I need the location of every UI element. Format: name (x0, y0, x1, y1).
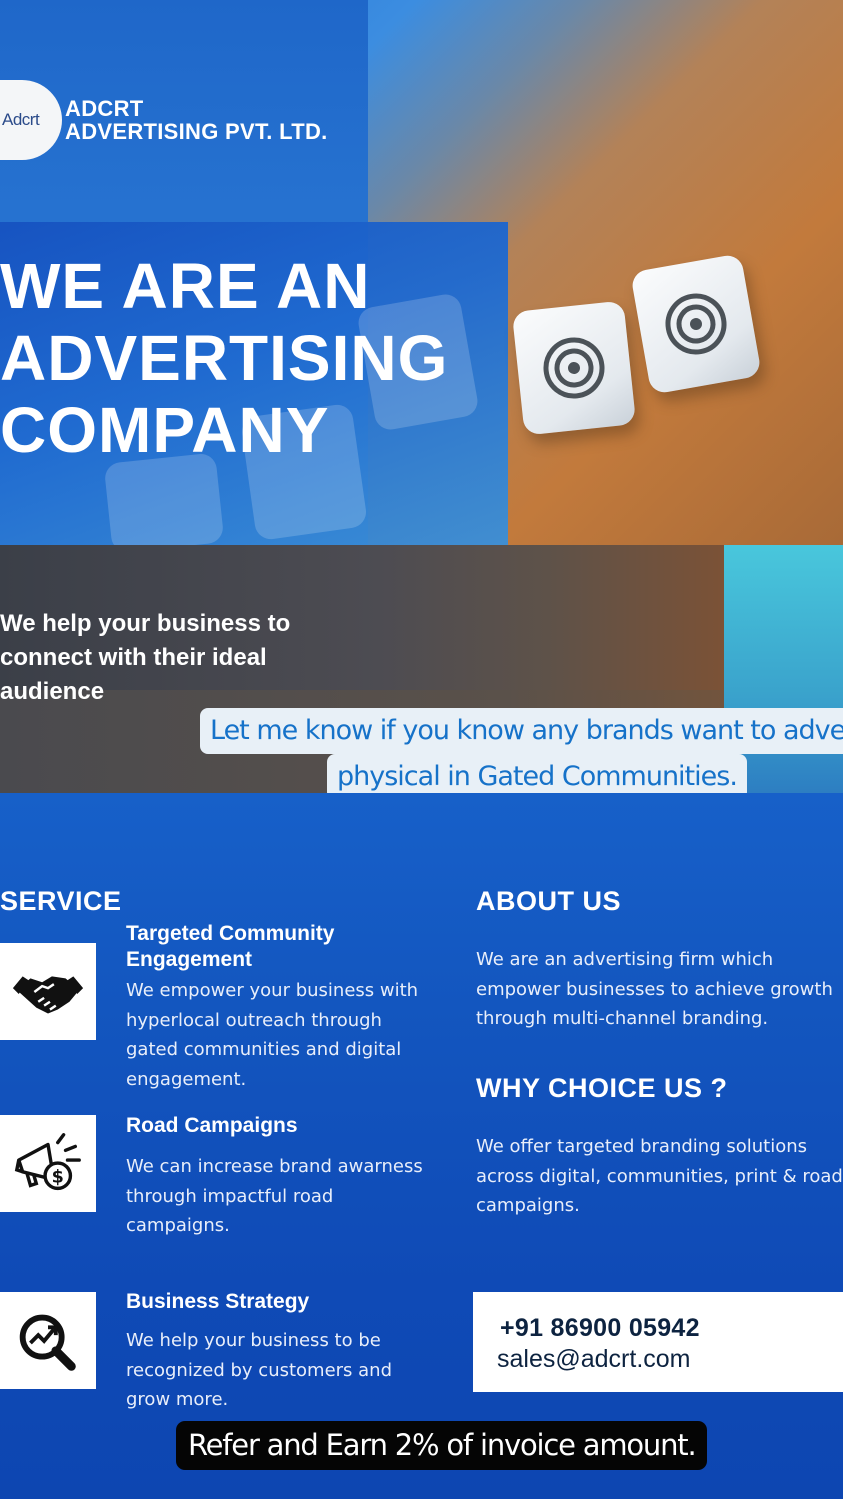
service-title: Targeted Community Engagement (126, 921, 334, 973)
refer-caption: Refer and Earn 2% of invoice amount. (176, 1421, 708, 1470)
service-desc-line: recognized by customers and (126, 1359, 393, 1381)
megaphone-dollar-icon: $ (0, 1115, 96, 1212)
service-description: We can increase brand awarness through i… (126, 1152, 446, 1241)
hero-section: Adcrt ADCRT ADVERTISING PVT. LTD. WE ARE… (0, 0, 843, 554)
service-desc-line: engagement. (126, 1068, 247, 1090)
why-line: across digital, communities, print & roa… (476, 1165, 843, 1187)
service-desc-line: campaigns. (126, 1215, 230, 1236)
why-line: campaigns. (476, 1195, 580, 1216)
why-text: We offer targeted branding solutions acr… (476, 1132, 843, 1221)
about-line: We are an advertising firm which (476, 949, 774, 970)
tagline-line: connect with their ideal (0, 644, 267, 671)
about-line: through multi-channel branding. (476, 1008, 769, 1029)
magnifier-growth-icon (0, 1292, 96, 1389)
story-overlay-text: Let me know if you know any brands want … (200, 708, 843, 754)
service-description: We empower your business with hyperlocal… (126, 976, 446, 1094)
service-title-line: Road Campaigns (126, 1114, 298, 1137)
tagline: We help your business to connect with th… (0, 607, 290, 709)
phone-number[interactable]: +91 86900 05942 (500, 1314, 700, 1343)
why-line: We offer targeted branding solutions (476, 1136, 808, 1157)
email-address[interactable]: sales@adcrt.com (497, 1345, 691, 1374)
service-desc-line: We can increase brand awarness (126, 1156, 423, 1177)
contact-card: +91 86900 05942 sales@adcrt.com (473, 1292, 843, 1392)
company-name-line1: ADCRT (65, 96, 144, 121)
service-desc-line: gated communities and digital (126, 1039, 402, 1060)
headline-line: ADVERTISING (0, 322, 449, 394)
logo-badge: Adcrt (0, 80, 62, 160)
about-heading: ABOUT US (476, 886, 621, 916)
service-desc-line: hyperlocal outreach through (126, 1009, 382, 1031)
service-heading: SERVICE (0, 886, 122, 916)
service-title: Road Campaigns (126, 1113, 298, 1139)
service-desc-line: through impactful road (126, 1185, 334, 1207)
headline-line: WE ARE AN (0, 250, 371, 322)
service-title-line: Targeted Community (126, 922, 335, 945)
service-title-line: Engagement (126, 948, 253, 971)
about-line: empower businesses to achieve growth (476, 978, 833, 1000)
hero-headline: WE ARE AN ADVERTISING COMPANY (0, 250, 448, 466)
handshake-icon (0, 943, 96, 1040)
faded-dice-shape (103, 452, 225, 554)
target-dice-icon (630, 253, 762, 395)
service-desc-line: grow more. (126, 1389, 229, 1410)
target-dice-icon (511, 300, 637, 436)
service-title: Business Strategy (126, 1289, 309, 1315)
service-title-line: Business Strategy (126, 1290, 310, 1313)
service-desc-line: We help your business to be (126, 1330, 381, 1351)
why-heading: WHY CHOICE US ? (476, 1073, 728, 1103)
about-text: We are an advertising firm which empower… (476, 945, 843, 1034)
company-name: ADCRT ADVERTISING PVT. LTD. (65, 97, 328, 143)
headline-line: COMPANY (0, 394, 330, 466)
tagline-line: We help your business to (0, 610, 291, 637)
service-desc-line: We empower your business with (126, 980, 419, 1001)
advertising-flyer: Adcrt ADCRT ADVERTISING PVT. LTD. WE ARE… (0, 0, 843, 1499)
company-logo: Adcrt ADCRT ADVERTISING PVT. LTD. (0, 80, 328, 160)
svg-text:$: $ (52, 1167, 64, 1187)
service-description: We help your business to be recognized b… (126, 1326, 446, 1415)
company-name-line2: ADVERTISING PVT. LTD. (65, 119, 328, 144)
tagline-line: audience (0, 678, 105, 705)
logo-mark: Adcrt (2, 110, 40, 129)
